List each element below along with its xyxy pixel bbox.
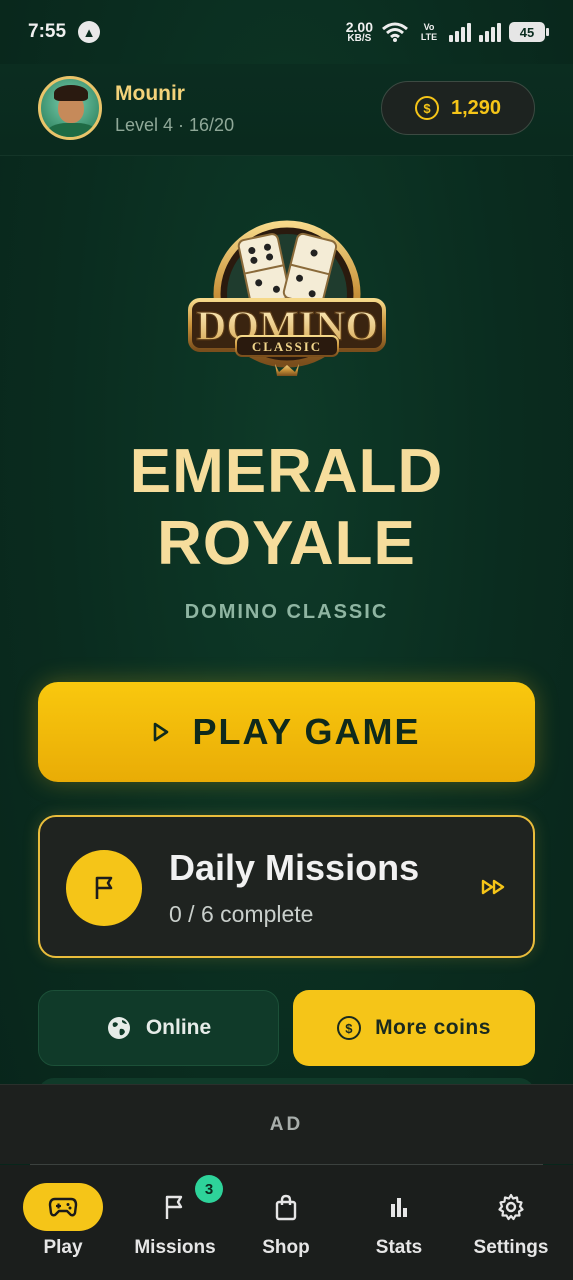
signal-icon-2	[479, 22, 501, 42]
gear-icon	[498, 1193, 524, 1221]
flag-icon	[95, 876, 113, 899]
coin-balance[interactable]: $ 1,290	[381, 81, 535, 135]
play-game-button[interactable]: PLAY GAME	[38, 682, 535, 782]
nav-label-settings: Settings	[473, 1237, 549, 1258]
network-speed-unit: KB/S	[347, 32, 372, 44]
nav-label-play: Play	[43, 1237, 83, 1258]
battery-icon: 45	[509, 22, 549, 42]
avatar[interactable]	[38, 76, 102, 140]
globe-icon	[107, 1017, 130, 1039]
play-icon	[154, 722, 169, 742]
status-bar: 7:55 ▲ 2.00 KB/S Vo LTE 45	[0, 0, 573, 64]
online-button[interactable]: Online	[38, 990, 279, 1066]
notification-app-icon: ▲	[78, 21, 101, 43]
more-coins-button[interactable]: $ More coins	[293, 990, 535, 1066]
page-subtitle: DOMINO CLASSIC	[184, 601, 389, 623]
status-time: 7:55	[28, 21, 67, 42]
battery-level: 45	[519, 24, 535, 40]
fast-forward-icon	[481, 879, 505, 895]
nav-item-stats[interactable]: Stats	[344, 1183, 454, 1267]
domino-classic-logo: DOMINO CLASSIC	[188, 220, 386, 376]
volte-indicator: Vo LTE	[420, 22, 438, 42]
profile-header: Mounir Level 4 · 16/20 $ 1,290	[0, 64, 573, 156]
page-title: EMERALD ROYALE	[0, 436, 573, 580]
coin-icon: $	[337, 1016, 362, 1040]
missions-badge: 3	[195, 1175, 223, 1203]
shopping-bag-icon	[275, 1194, 297, 1221]
ad-label: AD	[269, 1113, 304, 1135]
nav-item-missions[interactable]: 3 Missions	[120, 1175, 230, 1267]
status-indicators: 2.00 KB/S Vo LTE 45	[346, 20, 549, 44]
nav-item-shop[interactable]: Shop	[231, 1183, 341, 1267]
coin-amount: 1,290	[450, 96, 502, 119]
play-game-label: PLAY GAME	[192, 711, 421, 752]
wifi-icon	[382, 22, 408, 42]
logo-ribbon: CLASSIC	[252, 339, 322, 354]
nav-label-shop: Shop	[262, 1237, 310, 1258]
flag-icon	[165, 1195, 183, 1219]
nav-item-play[interactable]: Play	[8, 1183, 118, 1267]
nav-item-settings[interactable]: Settings	[456, 1183, 566, 1267]
daily-missions-card[interactable]: Daily Missions 0 / 6 complete	[38, 815, 535, 958]
nav-label-stats: Stats	[375, 1237, 423, 1258]
ad-banner[interactable]: AD	[0, 1084, 573, 1164]
network-speed: 2.00 KB/S	[346, 20, 373, 44]
player-name: Mounir	[115, 82, 185, 105]
more-coins-label: More coins	[375, 1016, 491, 1039]
signal-icon	[449, 22, 471, 42]
player-level: Level 4 · 16/20	[115, 115, 235, 135]
online-label: Online	[145, 1016, 212, 1039]
daily-missions-progress: 0 / 6 complete	[169, 901, 314, 927]
bar-chart-icon	[391, 1198, 407, 1217]
bottom-navigation: Play 3 Missions Shop Stats Settings	[0, 1165, 573, 1280]
nav-label-missions: Missions	[134, 1237, 216, 1258]
mission-flag-badge	[66, 850, 142, 926]
daily-missions-title: Daily Missions	[169, 847, 420, 888]
title-line-1: EMERALD	[129, 437, 444, 506]
title-line-2: ROYALE	[157, 509, 416, 578]
coin-icon: $	[414, 96, 439, 120]
gamepad-icon	[48, 1197, 78, 1217]
